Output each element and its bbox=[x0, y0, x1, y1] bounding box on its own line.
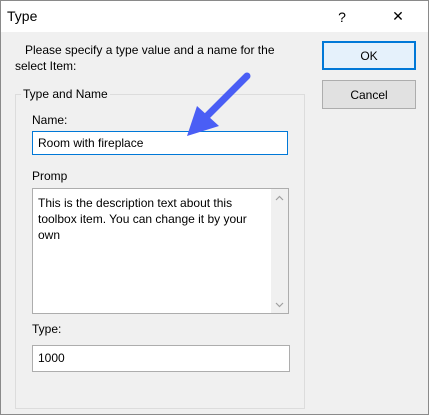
type-label: Type: bbox=[32, 322, 62, 336]
close-icon: ✕ bbox=[392, 8, 404, 24]
chevron-down-icon bbox=[275, 302, 284, 307]
instruction-text: Please specify a type value and a name f… bbox=[15, 42, 305, 74]
chevron-up-icon bbox=[275, 195, 284, 200]
instruction-line-1: Please specify a type value and a name f… bbox=[25, 43, 275, 57]
group-legend: Type and Name bbox=[21, 86, 110, 102]
textarea-scrollbar[interactable] bbox=[271, 189, 288, 313]
type-input[interactable]: 1000 bbox=[32, 345, 290, 372]
annotation-arrow-icon bbox=[187, 72, 251, 136]
promp-text: This is the description text about this … bbox=[38, 196, 247, 242]
help-button[interactable]: ? bbox=[319, 1, 365, 32]
window-title: Type bbox=[7, 8, 38, 24]
cancel-button[interactable]: Cancel bbox=[322, 80, 416, 109]
scroll-up-button[interactable] bbox=[271, 189, 288, 206]
help-icon: ? bbox=[338, 8, 346, 25]
close-button[interactable]: ✕ bbox=[375, 1, 421, 32]
dialog-window: Type ? ✕ Please specify a type value and… bbox=[0, 0, 429, 415]
promp-label: Promp bbox=[32, 169, 68, 183]
promp-textarea[interactable]: This is the description text about this … bbox=[32, 188, 289, 314]
name-label: Name: bbox=[32, 113, 68, 127]
instruction-line-2: select Item: bbox=[15, 59, 77, 73]
title-bar: Type ? ✕ bbox=[1, 1, 428, 32]
ok-button[interactable]: OK bbox=[322, 41, 416, 70]
scroll-down-button[interactable] bbox=[271, 296, 288, 313]
